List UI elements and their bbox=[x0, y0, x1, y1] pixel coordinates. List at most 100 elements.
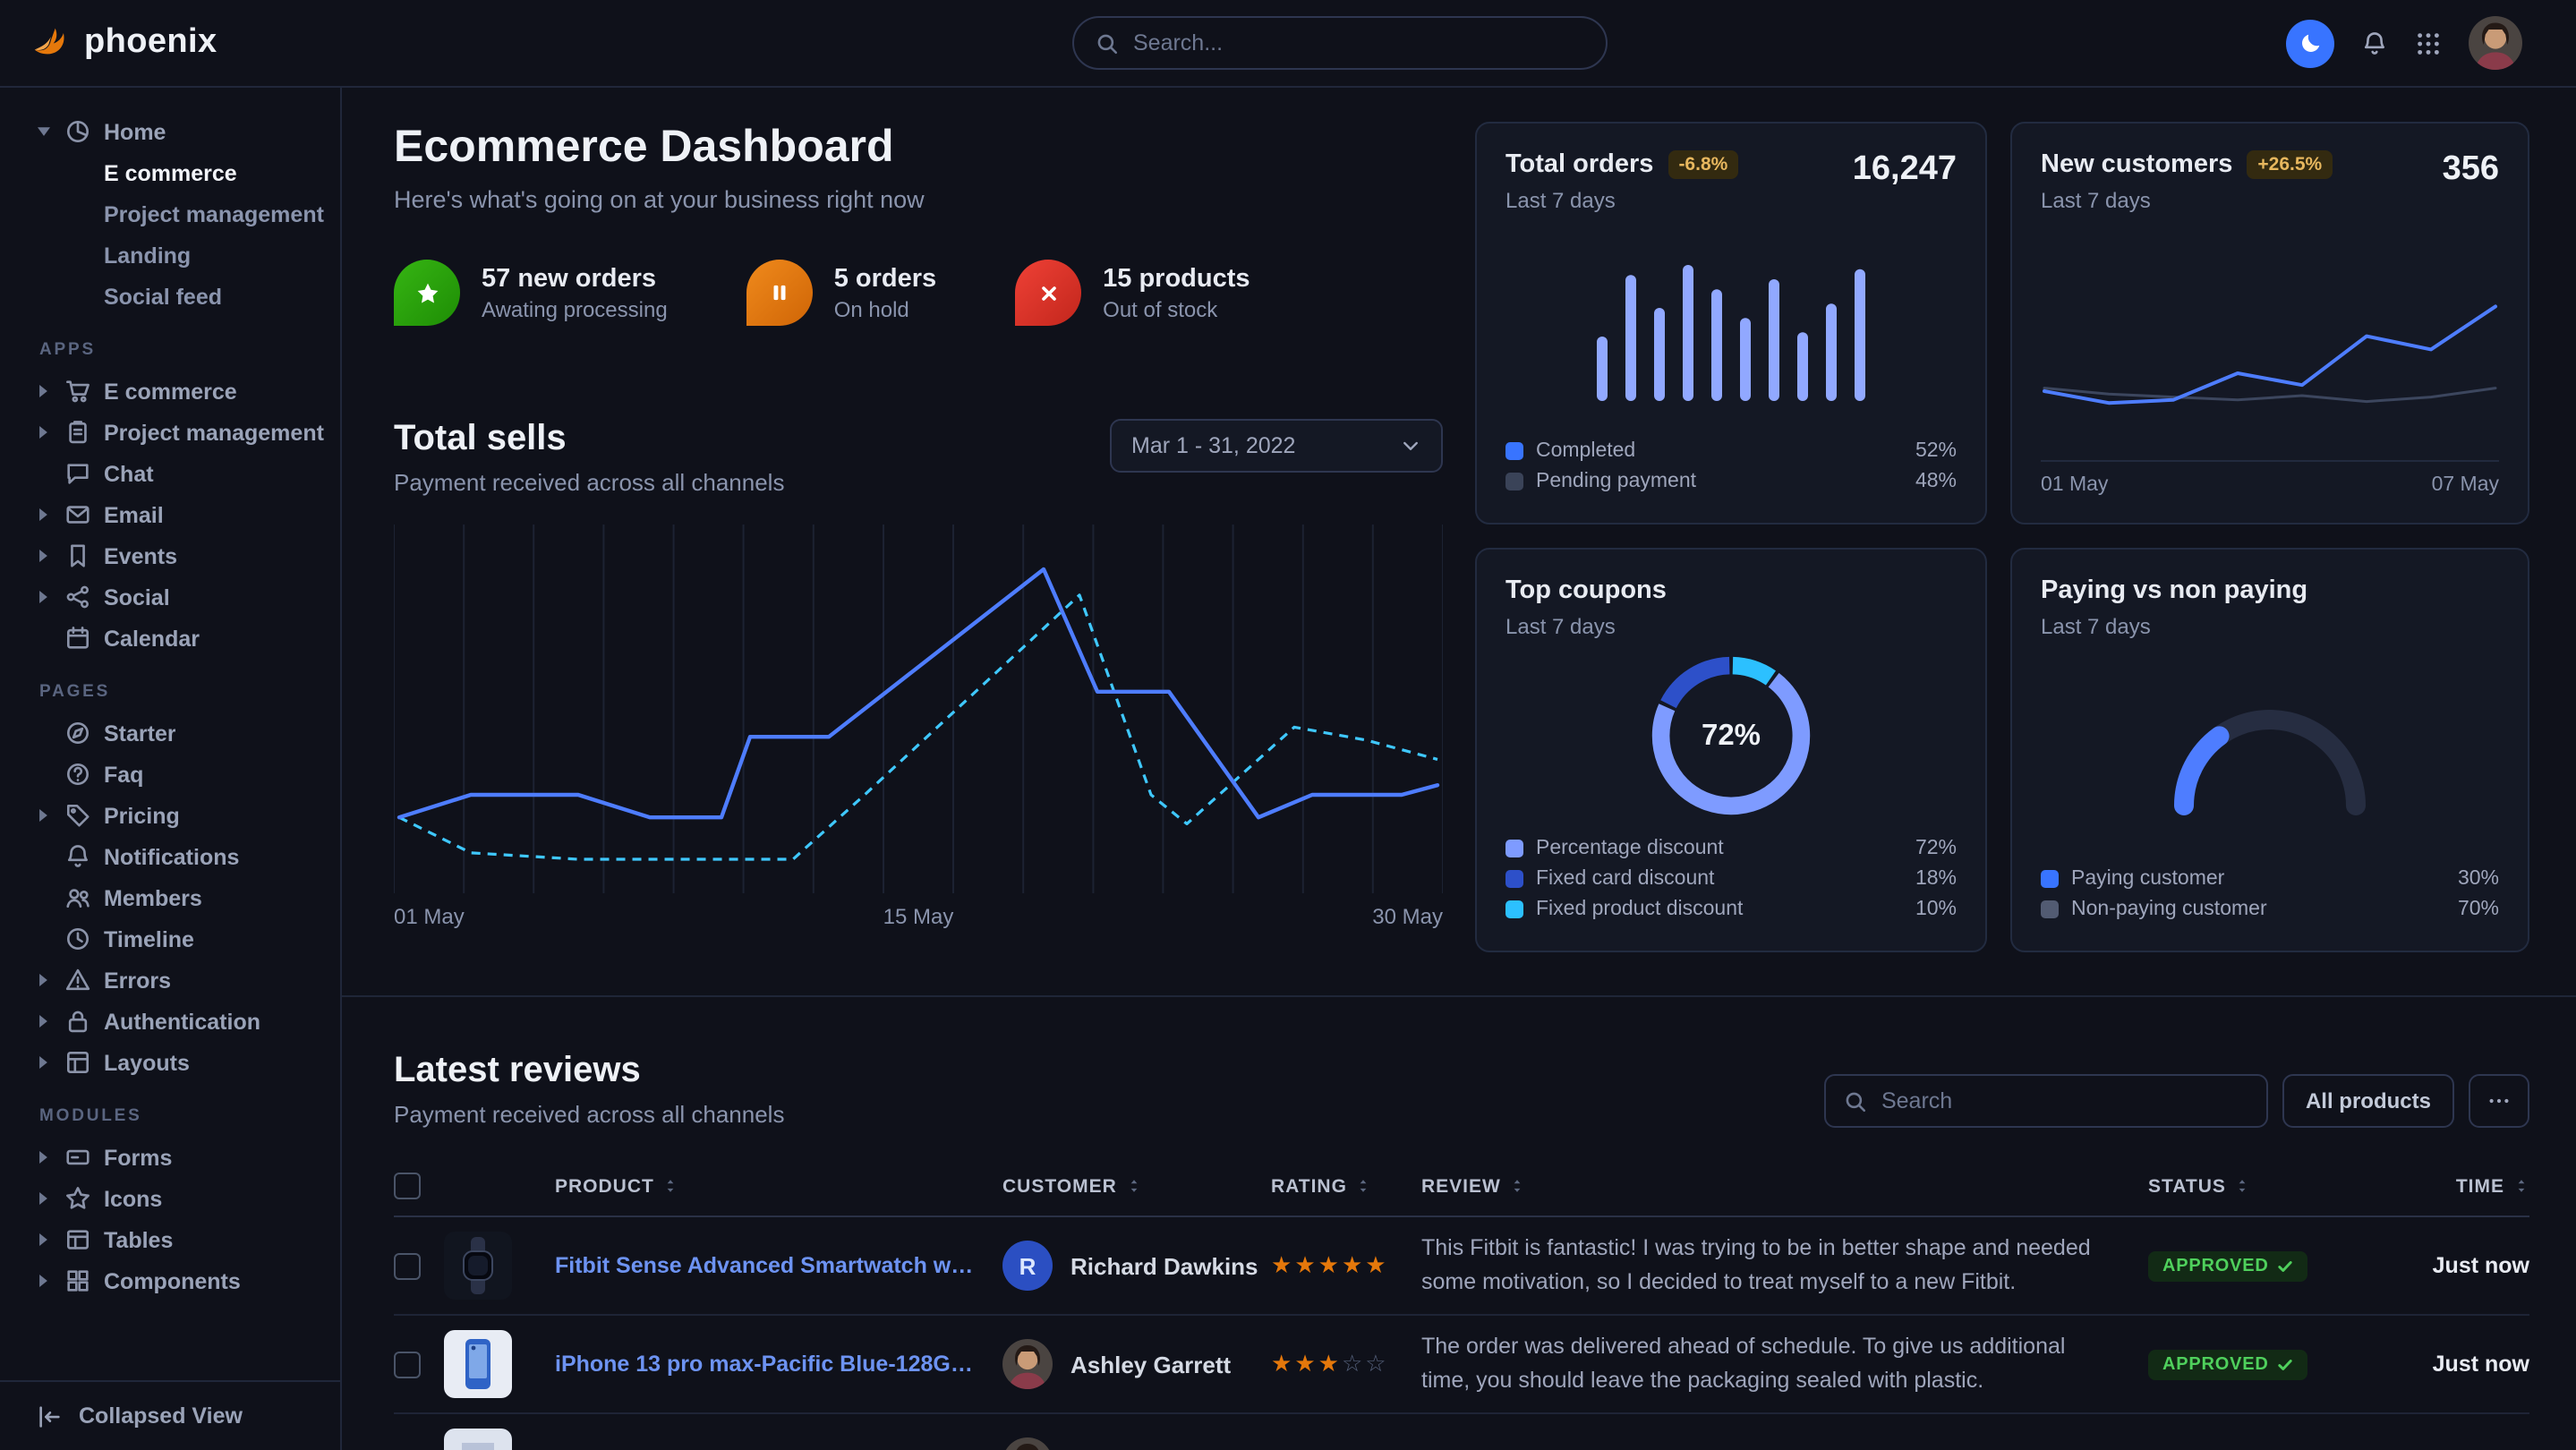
caret-right-icon bbox=[36, 548, 52, 564]
sidebar-item-label: Authentication bbox=[104, 1009, 260, 1034]
product-thumbnail[interactable] bbox=[444, 1330, 512, 1398]
legend-item-completed: Completed52% bbox=[1506, 435, 1957, 465]
sort-icon bbox=[663, 1178, 679, 1194]
sidebar-item-home[interactable]: Home bbox=[0, 111, 340, 152]
caret-right-icon bbox=[36, 589, 52, 605]
sidebar-item-components[interactable]: Components bbox=[0, 1260, 340, 1301]
sidebar-item-social[interactable]: Social bbox=[0, 576, 340, 618]
sidebar-nav: HomeE commerceProject managementLandingS… bbox=[0, 88, 340, 1380]
form-icon bbox=[64, 1144, 91, 1171]
sidebar-item-starter[interactable]: Starter bbox=[0, 712, 340, 754]
sidebar-item-chat[interactable]: Chat bbox=[0, 453, 340, 494]
main-content: Ecommerce Dashboard Here's what's going … bbox=[342, 88, 2576, 1450]
sidebar-item-label: Icons bbox=[104, 1186, 162, 1211]
sidebar-item-email[interactable]: Email bbox=[0, 494, 340, 535]
sidebar-item-tables[interactable]: Tables bbox=[0, 1219, 340, 1260]
legend-item-pending-payment: Pending payment48% bbox=[1506, 465, 1957, 496]
apps-grid-button[interactable] bbox=[2415, 30, 2442, 56]
sort-icon bbox=[1356, 1178, 1372, 1194]
product-link[interactable]: iPhone 13 pro max-Pacific Blue-128GB sto… bbox=[555, 1352, 1002, 1377]
sidebar-item-label: Layouts bbox=[104, 1050, 190, 1075]
sidebar-item-faq[interactable]: Faq bbox=[0, 754, 340, 795]
stat-caption: On hold bbox=[834, 296, 936, 321]
legend-item-percentage-discount: Percentage discount 72% bbox=[1506, 832, 1957, 863]
row-checkbox[interactable] bbox=[394, 1351, 421, 1378]
sidebar-item-events[interactable]: Events bbox=[0, 535, 340, 576]
top-navbar: phoenix bbox=[0, 0, 2576, 88]
sidebar-item-notifications[interactable]: Notifications bbox=[0, 836, 340, 877]
collapsed-view-toggle[interactable]: Collapsed View bbox=[0, 1380, 340, 1450]
column-header-time[interactable]: TIME bbox=[2359, 1175, 2529, 1197]
star-icon: ★ bbox=[1294, 1251, 1318, 1278]
change-badge: -6.8% bbox=[1668, 150, 1738, 179]
pie-chart-icon bbox=[64, 118, 91, 145]
x-tick-start: 01 May bbox=[2041, 474, 2108, 496]
sidebar-item-members[interactable]: Members bbox=[0, 877, 340, 918]
star-outline-icon bbox=[64, 1185, 91, 1212]
dashboard-top-section: Ecommerce Dashboard Here's what's going … bbox=[394, 88, 2529, 952]
notifications-button[interactable] bbox=[2361, 30, 2388, 56]
global-search[interactable] bbox=[1072, 16, 1608, 70]
reviews-search-input[interactable] bbox=[1881, 1088, 2248, 1113]
collapse-icon bbox=[36, 1403, 63, 1429]
sidebar-item-timeline[interactable]: Timeline bbox=[0, 918, 340, 960]
x-tick-start: 01 May bbox=[394, 904, 465, 929]
reviews-search[interactable] bbox=[1824, 1074, 2268, 1128]
caret-down-icon bbox=[36, 125, 52, 138]
sidebar-item-project-management[interactable]: Project management bbox=[0, 412, 340, 453]
sidebar-item-social-feed[interactable]: Social feed bbox=[0, 276, 340, 317]
sidebar-item-project-management[interactable]: Project management bbox=[0, 193, 340, 235]
card-title: Paying vs non paying bbox=[2041, 576, 2307, 605]
row-checkbox[interactable] bbox=[394, 1252, 421, 1279]
date-range-value: Mar 1 - 31, 2022 bbox=[1131, 433, 1295, 458]
sidebar-item-pricing[interactable]: Pricing bbox=[0, 795, 340, 836]
more-options-button[interactable] bbox=[2469, 1074, 2529, 1128]
sidebar-item-authentication[interactable]: Authentication bbox=[0, 1001, 340, 1042]
new-customers-card: New customers+26.5% Last 7 days 356 01 M… bbox=[2010, 122, 2529, 525]
caret-right-icon bbox=[36, 1013, 52, 1029]
sidebar-item-layouts[interactable]: Layouts bbox=[0, 1042, 340, 1083]
legend-label: Completed bbox=[1536, 439, 1903, 461]
sidebar-item-e-commerce[interactable]: E commerce bbox=[0, 371, 340, 412]
sidebar-item-label: E commerce bbox=[104, 379, 237, 404]
sidebar-item-calendar[interactable]: Calendar bbox=[0, 618, 340, 659]
select-all-checkbox[interactable] bbox=[394, 1173, 421, 1199]
stat-value: 15 products bbox=[1103, 264, 1250, 293]
legend-value: 72% bbox=[1915, 837, 1957, 858]
column-header-status[interactable]: STATUS bbox=[2148, 1175, 2359, 1197]
legend-label: Percentage discount bbox=[1536, 837, 1903, 858]
date-range-select[interactable]: Mar 1 - 31, 2022 bbox=[1110, 419, 1443, 473]
x-axis-labels: 01 May 07 May bbox=[2041, 460, 2499, 496]
sidebar-item-errors[interactable]: Errors bbox=[0, 960, 340, 1001]
brand-name: phoenix bbox=[84, 23, 218, 63]
user-avatar[interactable] bbox=[2469, 16, 2522, 70]
product-link[interactable]: Fitbit Sense Advanced Smartwatch with To… bbox=[555, 1253, 1002, 1278]
all-products-button[interactable]: All products bbox=[2282, 1074, 2454, 1128]
clock-icon bbox=[64, 925, 91, 952]
product-thumbnail[interactable] bbox=[444, 1429, 512, 1450]
sidebar-item-landing[interactable]: Landing bbox=[0, 235, 340, 276]
x-badge-icon bbox=[1015, 260, 1081, 326]
column-header-customer[interactable]: CUSTOMER bbox=[1002, 1175, 1271, 1197]
customer-name: Richard Dawkins bbox=[1070, 1252, 1258, 1279]
orders-bar-chart bbox=[1506, 213, 1957, 435]
sidebar-item-forms[interactable]: Forms bbox=[0, 1137, 340, 1178]
sidebar-item-icons[interactable]: Icons bbox=[0, 1178, 340, 1219]
bell-icon bbox=[64, 843, 91, 870]
column-header-rating[interactable]: RATING bbox=[1271, 1175, 1421, 1197]
legend-value: 70% bbox=[2458, 898, 2499, 919]
column-header-product[interactable]: PRODUCT bbox=[555, 1175, 1002, 1197]
sidebar-item-e-commerce[interactable]: E commerce bbox=[0, 152, 340, 193]
caret-right-icon bbox=[36, 1054, 52, 1070]
global-search-input[interactable] bbox=[1133, 30, 1584, 55]
legend-label: Paying customer bbox=[2071, 867, 2445, 889]
table-icon bbox=[64, 1226, 91, 1253]
product-thumbnail[interactable] bbox=[444, 1232, 512, 1300]
legend-swatch bbox=[2041, 900, 2059, 917]
caret-right-icon bbox=[36, 1190, 52, 1207]
theme-toggle-button[interactable] bbox=[2286, 19, 2334, 67]
nine-dots-icon bbox=[2415, 30, 2442, 56]
sidebar-item-label: Notifications bbox=[104, 844, 239, 869]
column-header-review[interactable]: REVIEW bbox=[1421, 1175, 2148, 1197]
brand[interactable]: phoenix bbox=[29, 20, 218, 66]
